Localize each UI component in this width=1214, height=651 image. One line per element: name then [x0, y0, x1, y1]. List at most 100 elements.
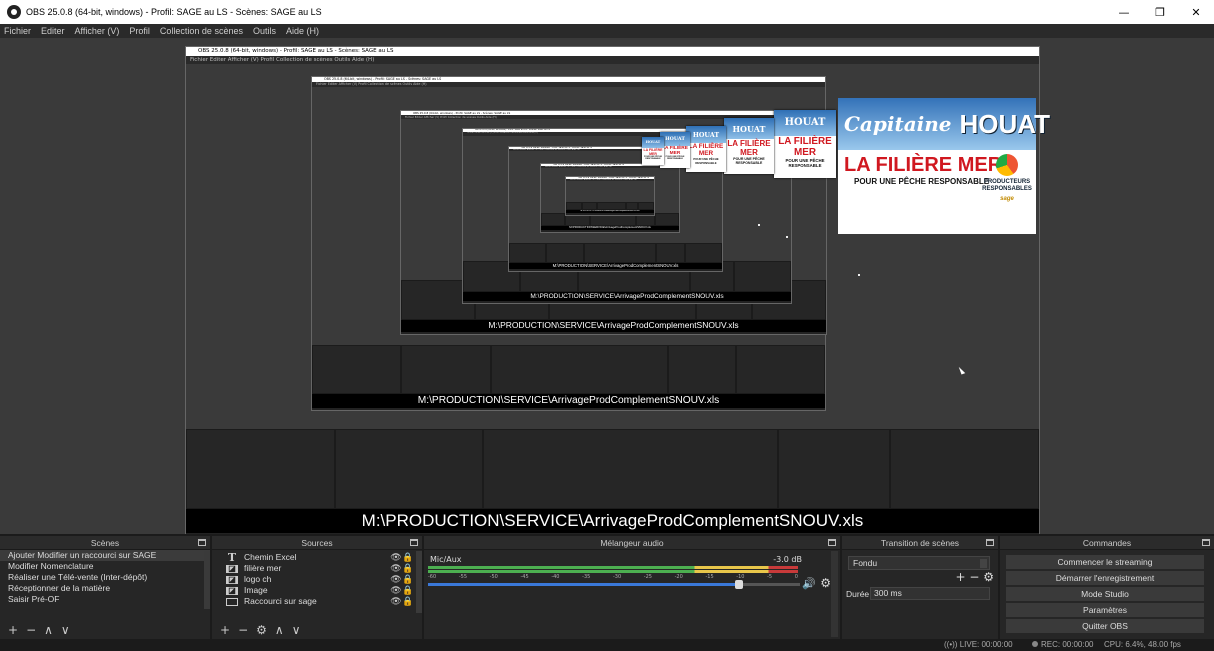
mixer-gear-icon[interactable]: ⚙	[820, 576, 831, 590]
move-source-down-button[interactable]: ∨	[292, 623, 301, 637]
start-recording-button[interactable]: Démarrer l'enregistrement	[1006, 571, 1204, 585]
rec-status: REC: 00:00:00	[1032, 640, 1093, 649]
nested-file-path: M:\PRODUCTION\SERVICE\ArrivageProdComple…	[509, 262, 722, 269]
add-scene-button[interactable]: +	[8, 623, 18, 637]
lock-icon[interactable]: 🔒	[402, 563, 414, 574]
volume-fader-track[interactable]	[740, 583, 800, 586]
menu-editer[interactable]: Editer	[37, 26, 71, 36]
quit-obs-button[interactable]: Quitter OBS	[1006, 619, 1204, 633]
transition-selected: Fondu	[853, 558, 878, 568]
mirrored-logo-tile: HOUAT LA FILIÈRE MER POUR UNE PÊCHE RESPON…	[660, 132, 690, 168]
nested-dock	[685, 243, 721, 262]
source-name: logo ch	[244, 574, 272, 584]
mixer-scrollbar[interactable]	[831, 551, 838, 637]
lock-icon[interactable]: 🔒	[402, 552, 414, 563]
nested-file-path: M:\PRODUCTION\SERVICE\ArrivageProdComple…	[541, 226, 679, 230]
move-scene-down-button[interactable]: ∨	[61, 623, 70, 637]
add-transition-button[interactable]: +	[955, 570, 965, 584]
source-item[interactable]: ◪ filière mer 👁 🔒	[212, 563, 422, 574]
scenes-toolbar: + − ∧ ∨	[8, 623, 70, 637]
source-item[interactable]: T Chemin Excel 👁 🔒	[212, 552, 422, 563]
logo-tile-filiere: LA FILIÈRE MER	[688, 143, 724, 158]
nested-dock	[582, 202, 597, 209]
source-item[interactable]: Raccourci sur sage 👁 🔒	[212, 596, 422, 607]
eye-icon[interactable]: 👁	[390, 563, 402, 574]
scene-item[interactable]: Saisir Pré-OF	[0, 594, 210, 605]
lock-icon[interactable]: 🔒	[402, 585, 414, 596]
nested-menu-bar: Fichier Editer Afficher (V) Profil Colle…	[186, 56, 1039, 64]
meter-tick-label: -20	[674, 574, 683, 580]
menu-profil[interactable]: Profil	[125, 26, 156, 36]
remove-source-button[interactable]: −	[238, 623, 248, 637]
nested-dock	[891, 430, 1038, 508]
duration-spinbox[interactable]: 300 ms	[870, 587, 990, 600]
source-item[interactable]: ◪ logo ch 👁 🔒	[212, 574, 422, 585]
scenes-title: Scènes	[90, 538, 120, 548]
menu-fichier[interactable]: Fichier	[0, 26, 37, 36]
logo-tile-brand: HOUAT	[774, 110, 836, 136]
live-status: ((•)) LIVE: 00:00:00	[944, 640, 1013, 649]
source-item[interactable]: ◪ Image 👁 🔒	[212, 585, 422, 596]
remove-scene-button[interactable]: −	[26, 623, 36, 637]
mixer-header: Mélangeur audio	[424, 536, 840, 550]
settings-button[interactable]: Paramètres	[1006, 603, 1204, 617]
eye-icon[interactable]: 👁	[390, 585, 402, 596]
close-button[interactable]: ✕	[1178, 6, 1214, 19]
preview-canvas[interactable]: OBS 25.0.8 (64-bit, windows) - Profil: S…	[0, 38, 1214, 534]
logo-tile-brand: HOUAT	[724, 118, 774, 140]
scene-item[interactable]: Modifier Nomenclature	[0, 561, 210, 572]
move-scene-up-button[interactable]: ∧	[44, 623, 53, 637]
transition-select[interactable]: Fondu	[848, 556, 990, 570]
undock-icon[interactable]	[828, 539, 836, 546]
minimize-button[interactable]: —	[1106, 6, 1142, 19]
menu-afficher[interactable]: Afficher (V)	[71, 26, 126, 36]
mixer-track-name: Mic/Aux	[430, 555, 462, 564]
scene-item[interactable]: Réaliser une Télé-vente (Inter-dépôt)	[0, 572, 210, 583]
meter-tick-label: -40	[551, 574, 560, 580]
start-streaming-button[interactable]: Commencer le streaming	[1006, 555, 1204, 569]
logo-brand-script: Capitaine	[844, 112, 952, 136]
producteurs-logo-icon	[996, 154, 1018, 176]
maximize-button[interactable]: ❐	[1142, 6, 1178, 19]
nested-dock	[736, 346, 825, 393]
nested-file-path: M:\PRODUCTION\SERVICE\ArrivageProdComple…	[312, 393, 825, 408]
obs-logo-icon	[7, 5, 21, 19]
star-dot	[758, 224, 760, 226]
scenes-scrollbar[interactable]	[204, 551, 210, 609]
scene-item[interactable]: Ajouter Modifier un raccourci sur SAGE	[0, 550, 210, 561]
transitions-header: Transition de scènes	[842, 536, 998, 550]
undock-icon[interactable]	[986, 539, 994, 546]
sources-scrollbar[interactable]	[416, 551, 422, 613]
menu-aide[interactable]: Aide (H)	[282, 26, 325, 36]
eye-icon[interactable]: 👁	[390, 596, 402, 607]
undock-icon[interactable]	[1202, 539, 1210, 546]
undock-icon[interactable]	[198, 539, 206, 546]
studio-mode-button[interactable]: Mode Studio	[1006, 587, 1204, 601]
nested-dock	[547, 243, 583, 262]
undock-icon[interactable]	[410, 539, 418, 546]
logo-tile-peche: POUR UNE PÊCHE RESPONSABLE	[643, 155, 662, 160]
eye-icon[interactable]: 👁	[390, 552, 402, 563]
menu-collection-de-scenes[interactable]: Collection de scènes	[156, 26, 249, 36]
transition-gear-icon[interactable]: ⚙	[983, 570, 994, 584]
eye-icon[interactable]: 👁	[390, 574, 402, 585]
nested-dock	[779, 430, 890, 508]
nested-docks	[509, 242, 722, 263]
meter-tick-label: -5	[767, 574, 773, 580]
menu-outils[interactable]: Outils	[249, 26, 282, 36]
lock-icon[interactable]: 🔒	[402, 574, 414, 585]
logo-tile-peche: POUR UNE PÊCHE RESPONSABLE	[693, 157, 719, 166]
volume-fader-handle[interactable]	[734, 580, 743, 589]
logo-tile-filiere: LA FILIÈRE MER	[727, 139, 771, 158]
remove-transition-button[interactable]: −	[969, 570, 979, 584]
move-source-up-button[interactable]: ∧	[275, 623, 284, 637]
scene-item[interactable]: Réceptionner de la matière	[0, 583, 210, 594]
speaker-icon[interactable]: 🔊	[802, 577, 816, 590]
lock-icon[interactable]: 🔒	[402, 596, 414, 607]
source-properties-gear-icon[interactable]: ⚙	[256, 623, 267, 637]
nested-docks	[312, 345, 825, 394]
add-source-button[interactable]: +	[220, 623, 230, 637]
status-bar: ((•)) LIVE: 00:00:00 REC: 00:00:00 CPU: …	[0, 639, 1214, 651]
source-name: Image	[244, 585, 268, 595]
live-time: LIVE: 00:00:00	[959, 640, 1013, 649]
